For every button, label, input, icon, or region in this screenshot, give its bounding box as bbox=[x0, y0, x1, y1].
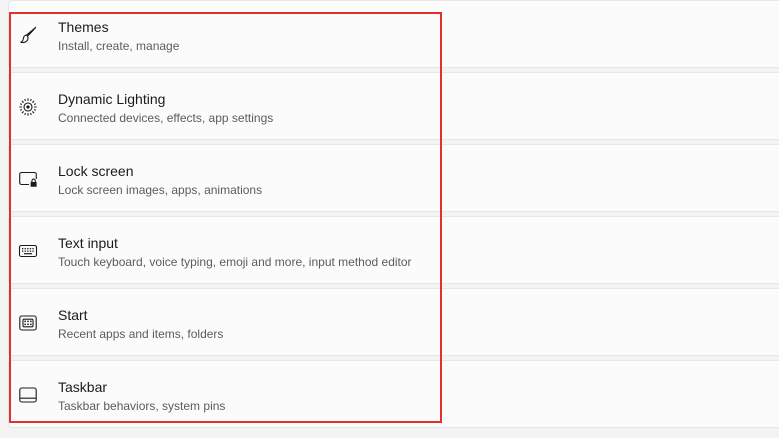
taskbar-subtitle: Taskbar behaviors, system pins bbox=[58, 399, 226, 413]
taskbar-setting[interactable]: Taskbar Taskbar behaviors, system pins bbox=[8, 360, 779, 428]
themes-subtitle: Install, create, manage bbox=[58, 39, 180, 53]
keyboard-icon bbox=[18, 241, 38, 261]
brush-icon bbox=[18, 25, 38, 45]
themes-setting[interactable]: Themes Install, create, manage bbox=[8, 0, 779, 68]
dynamic-lighting-subtitle: Connected devices, effects, app settings bbox=[58, 111, 274, 125]
lock-screen-subtitle: Lock screen images, apps, animations bbox=[58, 183, 263, 197]
settings-list: Themes Install, create, manage Dynamic L… bbox=[8, 0, 779, 438]
text-input-subtitle: Touch keyboard, voice typing, emoji and … bbox=[58, 255, 412, 269]
lighting-icon bbox=[18, 97, 38, 117]
start-subtitle: Recent apps and items, folders bbox=[58, 327, 224, 341]
start-title: Start bbox=[58, 307, 88, 323]
start-setting[interactable]: Start Recent apps and items, folders bbox=[8, 288, 779, 356]
lock-screen-title: Lock screen bbox=[58, 163, 134, 179]
lock-screen-icon bbox=[18, 169, 38, 189]
taskbar-title: Taskbar bbox=[58, 379, 108, 395]
taskbar-icon bbox=[18, 385, 38, 405]
dynamic-lighting-setting[interactable]: Dynamic Lighting Connected devices, effe… bbox=[8, 72, 779, 140]
lock-screen-setting[interactable]: Lock screen Lock screen images, apps, an… bbox=[8, 144, 779, 212]
text-input-setting[interactable]: Text input Touch keyboard, voice typing,… bbox=[8, 216, 779, 284]
themes-title: Themes bbox=[58, 19, 109, 35]
start-icon bbox=[18, 313, 38, 333]
text-input-title: Text input bbox=[58, 235, 118, 251]
dynamic-lighting-title: Dynamic Lighting bbox=[58, 91, 166, 107]
